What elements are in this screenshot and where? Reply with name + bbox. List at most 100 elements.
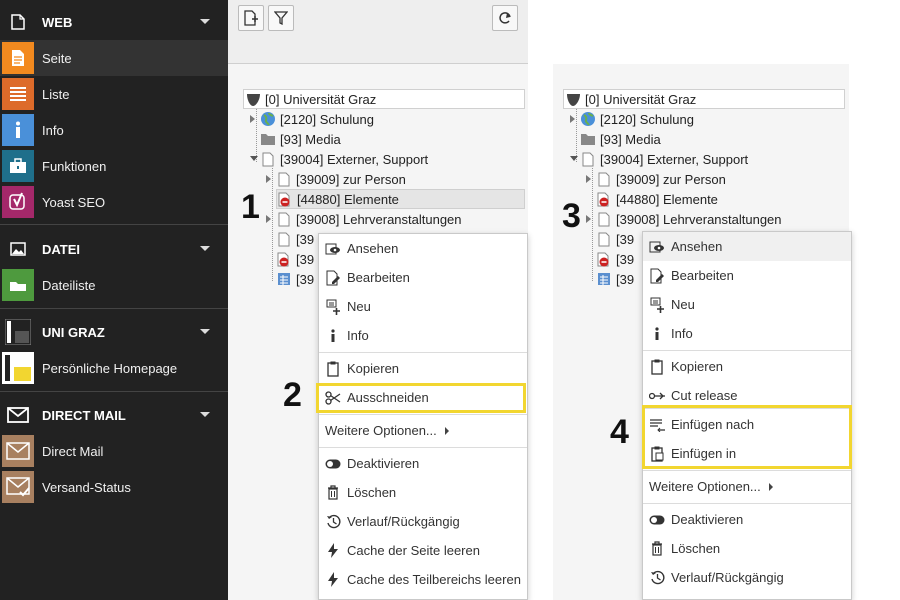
- menu-item-verlauf[interactable]: Verlauf/Rückgängig: [319, 507, 527, 536]
- menu-item-verlauf[interactable]: Verlauf/Rückgängig: [643, 563, 851, 592]
- menu-item-loeschen[interactable]: Löschen: [319, 478, 527, 507]
- tree-node-label: [39004] Externer, Support: [600, 151, 749, 167]
- menu-item-deaktivieren[interactable]: Deaktivieren: [319, 449, 527, 478]
- expand-icon[interactable]: [266, 215, 271, 223]
- module-versand-status[interactable]: Versand-Status: [0, 469, 228, 505]
- tree-node[interactable]: [39: [596, 249, 634, 269]
- tree-node[interactable]: [39: [276, 249, 314, 269]
- menu-item-label: Löschen: [347, 485, 397, 500]
- menu-item-label: Löschen: [671, 541, 721, 556]
- list-page-icon: [596, 271, 612, 287]
- tree-node[interactable]: [44880] Elemente: [596, 189, 718, 209]
- menu-item-ansehen[interactable]: Ansehen: [643, 232, 851, 261]
- group-label: UNI GRAZ: [42, 324, 105, 340]
- new-icon: [325, 299, 341, 315]
- menu-item-neu[interactable]: Neu: [319, 292, 527, 321]
- menu-item-label: Cache des Teilbereichs leeren: [347, 572, 521, 587]
- menu-item-bearbeiten[interactable]: Bearbeiten: [319, 263, 527, 292]
- menu-item-kopieren[interactable]: Kopieren: [319, 354, 527, 383]
- refresh-button[interactable]: [492, 5, 518, 31]
- group-label: WEB: [42, 14, 73, 30]
- page-hidden-icon: [596, 191, 612, 207]
- tree-node[interactable]: [39009] zur Person: [596, 169, 726, 189]
- divider: [643, 503, 851, 504]
- menu-item-weitere-optionen[interactable]: Weitere Optionen...: [319, 416, 527, 445]
- module-info[interactable]: Info: [0, 112, 228, 148]
- tree-node[interactable]: [93] Media: [260, 129, 341, 149]
- divider: [643, 350, 851, 351]
- menu-item-ansehen[interactable]: Ansehen: [319, 234, 527, 263]
- menu-item-label: Neu: [347, 299, 371, 314]
- menu-item-label: Info: [671, 326, 693, 341]
- expand-icon[interactable]: [266, 175, 271, 183]
- tree-node[interactable]: [2120] Schulung: [260, 109, 374, 129]
- tree-node[interactable]: [39008] Lehrveranstaltungen: [596, 209, 782, 229]
- tree-node[interactable]: [39004] Externer, Support: [260, 149, 428, 169]
- collapse-icon[interactable]: [250, 156, 258, 161]
- module-funktionen[interactable]: Funktionen: [0, 148, 228, 184]
- uni-graz-logo-icon: [4, 318, 32, 346]
- tree-node[interactable]: [39: [276, 229, 314, 249]
- tree-node[interactable]: [39009] zur Person: [276, 169, 406, 189]
- tree-node[interactable]: [39: [596, 269, 634, 289]
- tree-node-label: [39: [296, 271, 315, 287]
- module-liste[interactable]: Liste: [0, 76, 228, 112]
- highlight-box: [642, 405, 852, 469]
- tree-root[interactable]: [0] Universität Graz: [243, 89, 525, 109]
- page-tree-toolbar: [228, 0, 528, 64]
- new-page-button[interactable]: [238, 5, 264, 31]
- module-seite[interactable]: Seite: [0, 40, 228, 76]
- menu-item-neu[interactable]: Neu: [643, 290, 851, 319]
- page-hidden-icon: [277, 191, 293, 207]
- tree-node[interactable]: [93] Media: [580, 129, 661, 149]
- group-uni-graz[interactable]: UNI GRAZ: [0, 314, 228, 350]
- edit-icon: [649, 268, 665, 284]
- tree-node[interactable]: [2120] Schulung: [580, 109, 694, 129]
- menu-item-cache-teilbereich[interactable]: Cache des Teilbereichs leeren: [319, 565, 527, 594]
- filter-button[interactable]: [268, 5, 294, 31]
- tree-line: [272, 168, 273, 281]
- filelist-module-icon: [2, 269, 34, 301]
- highlight-box: [316, 383, 526, 413]
- group-datei[interactable]: DATEI: [0, 231, 228, 267]
- filter-icon: [274, 11, 288, 25]
- menu-item-deaktivieren[interactable]: Deaktivieren: [643, 505, 851, 534]
- menu-item-weitere-optionen[interactable]: Weitere Optionen...: [643, 472, 851, 501]
- tree-node-selected[interactable]: [44880] Elemente: [276, 189, 525, 209]
- group-direct-mail[interactable]: DIRECT MAIL: [0, 397, 228, 433]
- tree-node-label: [39008] Lehrveranstaltungen: [296, 211, 462, 227]
- tree-node-label: [2120] Schulung: [280, 111, 374, 127]
- tree-node-label: [39: [616, 271, 635, 287]
- expand-icon[interactable]: [586, 175, 591, 183]
- step-number: 1: [241, 188, 260, 226]
- tree-node-label: [39: [616, 231, 635, 247]
- page-icon: [596, 171, 612, 187]
- group-web[interactable]: WEB: [0, 4, 228, 40]
- info-icon: [325, 328, 341, 344]
- tree-node[interactable]: [39004] Externer, Support: [580, 149, 748, 169]
- module-dateiliste[interactable]: Dateiliste: [0, 267, 228, 303]
- collapse-icon[interactable]: [570, 156, 578, 161]
- tree-node[interactable]: [39: [276, 269, 314, 289]
- divider: [0, 391, 228, 392]
- divider: [319, 414, 527, 415]
- menu-item-kopieren[interactable]: Kopieren: [643, 352, 851, 381]
- expand-icon[interactable]: [250, 115, 255, 123]
- tree-node[interactable]: [39: [596, 229, 634, 249]
- module-persoenliche-homepage[interactable]: Persönliche Homepage: [0, 350, 228, 386]
- module-yoast-seo[interactable]: Yoast SEO: [0, 184, 228, 220]
- refresh-icon: [499, 12, 511, 24]
- tree-node[interactable]: [39008] Lehrveranstaltungen: [276, 209, 462, 229]
- menu-item-label: Verlauf/Rückgängig: [347, 514, 460, 529]
- toggle-icon: [325, 456, 341, 472]
- menu-item-info[interactable]: Info: [643, 319, 851, 348]
- menu-item-bearbeiten[interactable]: Bearbeiten: [643, 261, 851, 290]
- expand-icon[interactable]: [570, 115, 575, 123]
- tree-root[interactable]: [0] Universität Graz: [563, 89, 845, 109]
- module-direct-mail[interactable]: Direct Mail: [0, 433, 228, 469]
- menu-item-loeschen[interactable]: Löschen: [643, 534, 851, 563]
- menu-item-cache-seite[interactable]: Cache der Seite leeren: [319, 536, 527, 565]
- menu-item-info[interactable]: Info: [319, 321, 527, 350]
- expand-icon[interactable]: [586, 215, 591, 223]
- globe-icon: [580, 111, 596, 127]
